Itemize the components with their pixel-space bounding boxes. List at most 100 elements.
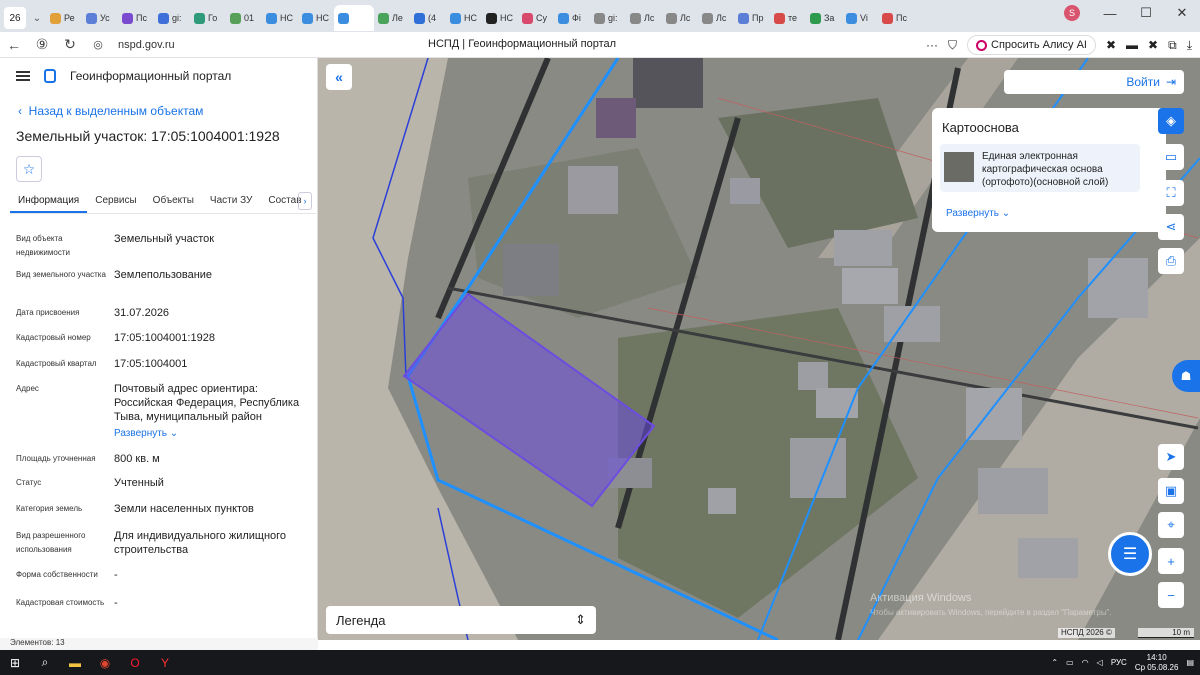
yandex-icon[interactable]: ⑨ <box>28 36 56 53</box>
updown-chevron-icon: ⇕ <box>575 612 586 627</box>
browser-tab[interactable]: НС <box>298 5 334 31</box>
browser-tab[interactable]: Лс <box>662 5 698 31</box>
favorite-star-icon[interactable]: ☆ <box>16 156 42 182</box>
legend-dropdown[interactable]: Легенда ⇕ <box>326 606 596 634</box>
clock[interactable]: 14:10 Ср 05.08.26 <box>1135 653 1179 673</box>
building <box>834 230 892 266</box>
ruler-icon[interactable]: ▭ <box>1158 144 1184 170</box>
browser-tab[interactable]: Ре <box>46 5 82 31</box>
browser-tab[interactable] <box>334 5 374 31</box>
tab-label: Фі <box>572 13 581 23</box>
browser-tab[interactable]: 01 <box>226 5 262 31</box>
minimize-icon[interactable]: — <box>1092 6 1128 21</box>
browser-tab[interactable]: Пс <box>878 5 914 31</box>
share-icon[interactable]: ⋖ <box>1158 214 1184 240</box>
pin-icon[interactable]: ⌖ <box>1158 512 1184 538</box>
puzzle-icon[interactable]: ⧉ <box>1168 38 1177 53</box>
view-mode-icon[interactable]: ▣ <box>1158 478 1184 504</box>
browser-tab[interactable]: те <box>770 5 806 31</box>
browser-tab[interactable]: Го <box>190 5 226 31</box>
browser-tab[interactable]: Лс <box>626 5 662 31</box>
tab-objects[interactable]: Объекты <box>145 190 202 213</box>
url-field[interactable]: nspd.gov.ru <box>118 39 175 51</box>
attr-value: Учтенный <box>114 477 164 489</box>
browser-tab[interactable]: Ус <box>82 5 118 31</box>
windows-start-icon[interactable]: ⊞ <box>0 650 30 675</box>
browser-tab[interactable]: НС <box>262 5 298 31</box>
tab-count-badge[interactable]: 26 <box>4 7 26 29</box>
search-icon[interactable]: ⌕ <box>30 650 60 675</box>
chrome-icon[interactable]: ◉ <box>90 650 120 675</box>
basemap-expand-link[interactable]: Развернуть ⌄ <box>946 208 1010 219</box>
maximize-icon[interactable]: ☐ <box>1128 5 1164 21</box>
browser-tab[interactable]: Ле <box>374 5 410 31</box>
layers-icon[interactable]: ◈ <box>1158 108 1184 134</box>
tab-list-chevron-icon[interactable]: ⌄ <box>28 7 46 29</box>
language-indicator[interactable]: РУС <box>1111 658 1127 667</box>
tab-label: За <box>824 13 835 23</box>
browser-tab[interactable]: gi: <box>590 5 626 31</box>
collapse-panel-button[interactable]: « <box>326 64 352 90</box>
more-icon[interactable]: ··· <box>926 38 938 52</box>
map-scale-bar: 10 m <box>1138 628 1194 638</box>
ask-alice-button[interactable]: Спросить Алису AI <box>967 35 1096 55</box>
map-view[interactable]: « Войти ⇥ Картооснова Единая электронная… <box>318 58 1200 640</box>
browser-tab[interactable]: Лс <box>698 5 734 31</box>
locate-icon[interactable]: ➤ <box>1158 444 1184 470</box>
browser-tab[interactable]: Vi <box>842 5 878 31</box>
chevron-left-icon: ‹ <box>18 104 29 118</box>
back-arrow-icon[interactable]: ← <box>0 37 28 53</box>
close-icon[interactable]: ✕ <box>1164 5 1200 21</box>
browser-tab[interactable]: Пр <box>734 5 770 31</box>
back-to-selection-link[interactable]: ‹ Назад к выделенным объектам <box>18 104 203 118</box>
windows-activation-watermark: Активация Windows <box>870 592 972 604</box>
wifi-icon[interactable]: ◠ <box>1082 658 1089 667</box>
browser-tab[interactable]: НС <box>482 5 518 31</box>
address-expand-link[interactable]: Развернуть ⌄ <box>114 428 178 439</box>
tab-information[interactable]: Информация <box>10 190 88 213</box>
tab-parcel-parts[interactable]: Части ЗУ <box>202 190 260 213</box>
notifications-icon[interactable]: ▤ <box>1186 658 1194 667</box>
building <box>978 468 1048 514</box>
tabs-scroll-right-icon[interactable]: › <box>298 192 312 210</box>
profile-avatar[interactable]: S <box>1064 5 1080 21</box>
zoom-out-icon[interactable]: − <box>1158 582 1184 608</box>
tab-label: Vi <box>860 13 868 23</box>
tab-services[interactable]: Сервисы <box>87 190 144 213</box>
browser-tab[interactable]: Су <box>518 5 554 31</box>
login-button[interactable]: Войти ⇥ <box>1004 70 1184 94</box>
browser-tab[interactable]: За <box>806 5 842 31</box>
extension-icon[interactable]: ▬ <box>1126 38 1138 52</box>
network-icon[interactable]: ▭ <box>1066 658 1074 667</box>
browser-tab[interactable]: НС <box>446 5 482 31</box>
clock-date: Ср 05.08.26 <box>1134 662 1179 672</box>
file-explorer-icon[interactable]: ▬ <box>60 650 90 675</box>
attr-label: Статус <box>16 478 42 487</box>
extension-icon[interactable]: ✖ <box>1106 38 1116 52</box>
chevron-up-icon[interactable]: ⌃ <box>1051 658 1058 667</box>
bookmark-icon[interactable]: ⛉ <box>948 38 957 53</box>
side-widget-icon[interactable]: ☗ <box>1172 360 1200 392</box>
browser-tab[interactable]: Фі <box>554 5 590 31</box>
browser-tab[interactable]: (4 <box>410 5 446 31</box>
chat-icon[interactable]: ☰ <box>1108 532 1152 576</box>
tab-label: те <box>788 13 798 23</box>
zoom-in-icon[interactable]: + <box>1158 548 1184 574</box>
yandex-browser-icon[interactable]: Y <box>150 650 180 675</box>
tab-favicon-icon <box>266 12 277 24</box>
select-area-icon[interactable]: ⛶ <box>1158 180 1184 206</box>
basemap-layer-item[interactable]: Единая электронная картографическая осно… <box>940 144 1140 192</box>
extension-icon[interactable]: ✖ <box>1148 38 1158 52</box>
attr-value: Земли населенных пунктов <box>114 503 254 515</box>
reload-icon[interactable]: ↻ <box>56 36 84 53</box>
opera-icon[interactable]: O <box>120 650 150 675</box>
site-info-icon[interactable]: ◎ <box>84 38 112 51</box>
volume-icon[interactable]: ◁ <box>1097 658 1103 667</box>
object-title: Земельный участок: 17:05:1004001:1928 <box>16 128 280 144</box>
print-icon[interactable]: ⎙ <box>1158 248 1184 274</box>
browser-tab[interactable]: Пс <box>118 5 154 31</box>
downloads-icon[interactable]: ⤓ <box>1187 38 1192 53</box>
menu-icon[interactable] <box>16 71 30 81</box>
tab-favicon-icon <box>338 12 349 24</box>
browser-tab[interactable]: gi: <box>154 5 190 31</box>
